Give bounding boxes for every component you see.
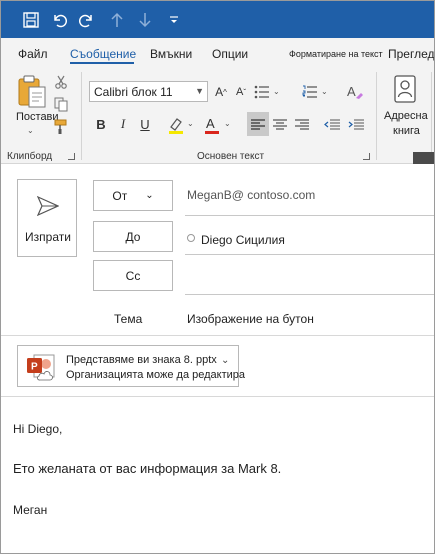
font-name-value: Calibri блок 11 bbox=[94, 85, 173, 99]
to-button[interactable]: До bbox=[93, 221, 173, 252]
copy-icon[interactable] bbox=[53, 96, 69, 112]
basic-text-launcher-icon[interactable] bbox=[363, 153, 370, 160]
cc-divider bbox=[185, 294, 434, 295]
ribbon-separator bbox=[376, 72, 377, 160]
ribbon-separator bbox=[431, 72, 432, 160]
undo-icon[interactable] bbox=[49, 1, 69, 38]
subject-input[interactable]: Изображение на бутон bbox=[187, 312, 314, 326]
svg-text:P: P bbox=[31, 362, 38, 373]
customize-toolbar-icon[interactable] bbox=[167, 1, 181, 38]
ribbon-separator bbox=[81, 72, 82, 160]
bullets-icon[interactable] bbox=[253, 82, 271, 102]
clear-formatting-icon[interactable]: A bbox=[345, 81, 365, 103]
to-recipient[interactable]: Diego Сицилия bbox=[201, 233, 285, 247]
clipboard-group-label: Клипборд bbox=[7, 151, 53, 162]
body-message: Ето желаната от вас информация за Mark 8… bbox=[13, 461, 282, 476]
send-label: Изпрати bbox=[25, 230, 71, 244]
send-button[interactable]: Изпрати bbox=[17, 179, 77, 257]
to-divider bbox=[185, 254, 434, 255]
grow-font-icon[interactable]: A ^ bbox=[213, 83, 229, 101]
svg-text:A: A bbox=[347, 84, 356, 99]
paste-icon[interactable] bbox=[15, 72, 49, 112]
underline-button[interactable]: U bbox=[136, 115, 154, 133]
send-icon bbox=[37, 196, 59, 216]
ribbon: Постави ⌄ Клипборд Calibri блок 11 ▼ A ^ … bbox=[1, 66, 434, 164]
attachment-permission: Организацията може да редактира bbox=[66, 369, 245, 381]
from-button[interactable]: От ⌄ bbox=[93, 180, 173, 211]
tab-insert[interactable]: Вмъкни bbox=[150, 47, 192, 61]
align-left-icon[interactable] bbox=[250, 116, 266, 134]
chevron-down-icon: ▼ bbox=[195, 86, 204, 96]
numbering-icon[interactable] bbox=[301, 82, 319, 102]
presence-icon bbox=[187, 234, 195, 242]
tab-review[interactable]: Преглед bbox=[388, 47, 434, 61]
tab-format-text[interactable]: Форматиране на текст bbox=[289, 49, 383, 59]
subject-label: Тема bbox=[114, 312, 143, 326]
chevron-down-icon[interactable]: ⌄ bbox=[221, 355, 229, 366]
address-book-label-line2[interactable]: книга bbox=[393, 125, 420, 137]
from-divider bbox=[185, 215, 434, 216]
ribbon-overflow-indicator bbox=[413, 152, 434, 164]
decrease-indent-icon[interactable] bbox=[323, 116, 341, 134]
align-right-icon[interactable] bbox=[294, 116, 310, 134]
from-label: От bbox=[112, 188, 128, 203]
cc-button[interactable]: Cc bbox=[93, 260, 173, 291]
tab-message[interactable]: Съобщение bbox=[70, 47, 136, 61]
cut-icon[interactable] bbox=[53, 74, 69, 90]
italic-button[interactable]: I bbox=[114, 115, 132, 133]
align-center-icon[interactable] bbox=[272, 116, 288, 134]
tab-options[interactable]: Опции bbox=[212, 47, 248, 61]
highlight-dropdown-icon[interactable]: ⌄ bbox=[187, 119, 194, 128]
to-label: До bbox=[125, 229, 141, 244]
svg-text:A: A bbox=[206, 116, 215, 131]
attachment-card[interactable]: P Представяме ви знака 8. pptx Организац… bbox=[17, 345, 245, 387]
clipboard-launcher-icon[interactable] bbox=[68, 153, 75, 160]
up-arrow-icon[interactable] bbox=[109, 1, 125, 38]
body-signature: Меган bbox=[13, 503, 48, 517]
save-icon[interactable] bbox=[21, 1, 41, 38]
address-book-icon[interactable] bbox=[392, 73, 418, 105]
increase-indent-icon[interactable] bbox=[347, 116, 365, 134]
attachment-name: Представяме ви знака 8. pptx bbox=[66, 354, 217, 366]
paste-dropdown-icon[interactable]: ⌄ bbox=[27, 126, 34, 135]
redo-icon[interactable] bbox=[77, 1, 97, 38]
cc-label: Cc bbox=[125, 268, 141, 283]
tab-file[interactable]: Файл bbox=[18, 47, 48, 61]
font-color-icon[interactable]: A bbox=[202, 114, 222, 136]
from-value: MeganB@ contoso.com bbox=[187, 188, 316, 202]
bullets-dropdown-icon[interactable]: ⌄ bbox=[273, 87, 280, 96]
font-color-dropdown-icon[interactable]: ⌄ bbox=[224, 119, 231, 128]
format-painter-icon[interactable] bbox=[53, 118, 69, 136]
highlight-icon[interactable] bbox=[166, 114, 186, 136]
powerpoint-file-icon: P bbox=[27, 354, 55, 381]
down-arrow-icon[interactable] bbox=[137, 1, 153, 38]
body-greeting: Hi Diego, bbox=[13, 422, 63, 436]
shrink-font-icon[interactable]: Aˇ bbox=[233, 83, 249, 101]
active-tab-indicator bbox=[70, 62, 134, 64]
font-name-select[interactable]: Calibri блок 11 ▼ bbox=[89, 81, 208, 102]
message-window: Файл Съобщение Вмъкни Опции Форматиране … bbox=[0, 0, 435, 554]
chevron-down-icon: ⌄ bbox=[145, 190, 154, 201]
basic-text-group-label: Основен текст bbox=[197, 151, 265, 162]
ribbon-tabs: Файл Съобщение Вмъкни Опции Форматиране … bbox=[1, 38, 434, 66]
bold-button[interactable]: B bbox=[92, 115, 110, 133]
numbering-dropdown-icon[interactable]: ⌄ bbox=[321, 87, 328, 96]
address-book-label[interactable]: Адресна bbox=[384, 110, 428, 122]
title-bar bbox=[1, 1, 434, 38]
